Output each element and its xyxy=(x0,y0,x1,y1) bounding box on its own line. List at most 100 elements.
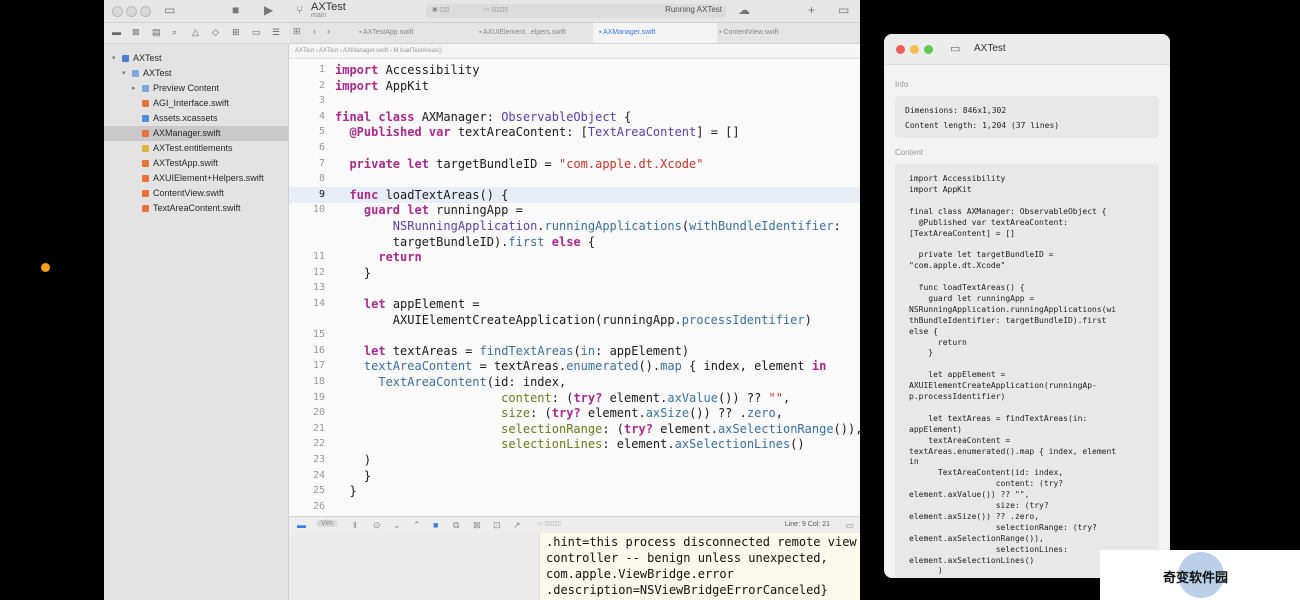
code-line[interactable]: final class AXManager: ObservableObject … xyxy=(335,110,631,124)
navigator-item[interactable]: AXTest.entitlements xyxy=(104,141,288,156)
close-window-button[interactable] xyxy=(896,45,905,54)
code-line[interactable]: let appElement = xyxy=(335,297,480,311)
forward-icon[interactable]: › xyxy=(327,26,330,36)
disclosure-collapsed-icon[interactable]: ▸ xyxy=(132,81,136,96)
line-number: 11 xyxy=(312,251,325,263)
code-line[interactable]: textAreaContent = textAreas.enumerated()… xyxy=(335,359,826,373)
console-line: com.apple.ViewBridge.error xyxy=(546,567,734,581)
content-line: textAreas.enumerated().map { index, elem… xyxy=(909,446,1117,456)
code-editor[interactable]: 1 import Accessibility 2 import AppKit 3 4 fin… xyxy=(289,59,860,516)
step-out-icon[interactable]: ⌃ xyxy=(413,520,421,531)
code-line[interactable]: } xyxy=(335,266,371,280)
code-line[interactable]: selectionLines: element.axSelectionLines… xyxy=(335,437,804,451)
sidebar-toggle-icon[interactable]: ▭ xyxy=(164,3,175,17)
issue-icon[interactable]: △ xyxy=(192,27,199,38)
navigator-item[interactable]: ▸ Preview Content xyxy=(104,81,288,96)
navigator-item[interactable]: AXManager.swift xyxy=(104,126,288,141)
scheme-selector[interactable]: ▣ ▯▯▯ xyxy=(432,6,449,16)
add-icon[interactable]: + xyxy=(808,3,815,17)
code-line[interactable]: } xyxy=(335,469,371,483)
code-line[interactable]: AXUIElementCreateApplication(runningApp.… xyxy=(335,313,812,327)
editor-tab[interactable]: ▪ ContentView.swift xyxy=(713,23,837,43)
code-line[interactable]: size: (try? element.axSize()) ?? .zero, xyxy=(335,406,783,420)
disclosure-expanded-icon[interactable]: ▾ xyxy=(122,66,126,81)
navigator-item[interactable]: ▾ AXTest xyxy=(104,51,288,66)
folder-icon[interactable]: ▬ xyxy=(112,27,121,37)
xcode-window: ▭ ■ ▶ ⑂ AXTest main ▣ ▯▯▯ ▭ ▯▯▯▯▯ Runnin… xyxy=(104,0,860,600)
stop-icon[interactable]: ■ xyxy=(232,3,239,17)
code-line[interactable]: import Accessibility xyxy=(335,63,480,77)
view-hierarchy-icon[interactable]: ■ xyxy=(433,520,438,530)
code-line[interactable]: TextAreaContent(id: index, xyxy=(335,375,566,389)
content-line: guard let runningApp = xyxy=(909,293,1035,303)
report-icon[interactable]: ☰ xyxy=(272,27,280,38)
content-line: TextAreaContent(id: index, xyxy=(909,468,1064,478)
scheme-activity-bar[interactable]: ▣ ▯▯▯ ▭ ▯▯▯▯▯ Running AXTest xyxy=(426,4,726,18)
entitlements-icon xyxy=(142,145,149,152)
content-text-area[interactable]: import Accessibility import AppKit final c… xyxy=(895,164,1159,578)
close-window-button[interactable] xyxy=(112,6,123,17)
zoom-window-button[interactable] xyxy=(924,45,933,54)
navigator-item[interactable]: AGI_Interface.swift xyxy=(104,96,288,111)
content-length-text: Content length: 1,204 (37 lines) xyxy=(905,121,1060,130)
debug-icon[interactable]: ⊞ xyxy=(232,27,240,38)
jump-bar-path[interactable]: AXTest › AXTest › AXManager.swift › M lo… xyxy=(295,44,442,58)
step-in-icon[interactable]: ⌄ xyxy=(393,520,401,531)
console-output[interactable]: .hint=this process disconnected remote v… xyxy=(539,533,860,600)
grid-icon[interactable]: ⊞ xyxy=(293,26,301,37)
memory-graph-icon[interactable]: ⧉ xyxy=(453,520,459,531)
target-selector[interactable]: ▭ ▯▯▯▯▯ xyxy=(537,520,561,527)
run-icon[interactable]: ▶ xyxy=(264,3,273,17)
breakpoint-icon[interactable]: ▭ xyxy=(252,27,261,38)
code-line[interactable]: selectionRange: (try? element.axSelectio… xyxy=(335,422,860,436)
symbol-icon[interactable]: ▤ xyxy=(152,27,161,38)
code-line[interactable]: } xyxy=(335,484,356,498)
back-icon[interactable]: ‹ xyxy=(313,26,316,36)
location-icon[interactable]: ↗ xyxy=(513,520,521,531)
source-control-icon[interactable]: ⊠ xyxy=(132,27,140,38)
inspector-toggle-icon[interactable]: ▭ xyxy=(838,3,849,17)
pause-icon[interactable]: ‖ xyxy=(353,520,357,530)
content-line: appElement) xyxy=(909,424,962,434)
navigator-item[interactable]: AXUIElement+Helpers.swift xyxy=(104,171,288,186)
disclosure-expanded-icon[interactable]: ▾ xyxy=(112,51,116,66)
editor-tab[interactable]: ▪ AXUIElement...elpers.swift xyxy=(473,23,597,43)
find-icon[interactable]: ⌕ xyxy=(172,27,177,38)
split-view-icon[interactable]: ▭ xyxy=(845,520,854,531)
line-number: 5 xyxy=(318,126,325,138)
simulate-location-icon[interactable]: ⊡ xyxy=(493,520,501,531)
code-line[interactable]: guard let runningApp = xyxy=(335,203,523,217)
test-icon[interactable]: ◇ xyxy=(212,27,219,38)
navigator-item[interactable]: Assets.xcassets xyxy=(104,111,288,126)
code-line[interactable]: content: (try? element.axValue()) ?? "", xyxy=(335,391,790,405)
code-line[interactable]: return xyxy=(335,250,421,264)
content-line: content: (try? xyxy=(909,479,1064,489)
minimize-window-button[interactable] xyxy=(126,6,137,17)
sidebar-toggle-icon[interactable]: ▭ xyxy=(950,42,960,55)
console-toggle-icon[interactable]: ▬ xyxy=(297,520,306,530)
editor-tab[interactable]: ▪ AXManager.swift xyxy=(593,23,717,43)
zoom-window-button[interactable] xyxy=(140,6,151,17)
navigator-item[interactable]: ContentView.swift xyxy=(104,186,288,201)
code-line[interactable]: private let targetBundleID = "com.apple.… xyxy=(335,157,703,171)
jump-bar[interactable]: AXTest › AXTest › AXManager.swift › M lo… xyxy=(289,44,860,59)
code-line[interactable]: let textAreas = findTextAreas(in: appEle… xyxy=(335,344,689,358)
code-line[interactable]: import AppKit xyxy=(335,79,429,93)
debug-area: .hint=this process disconnected remote v… xyxy=(289,533,860,600)
navigator-item[interactable]: AXTestApp.swift xyxy=(104,156,288,171)
environment-icon[interactable]: ⊠ xyxy=(473,520,481,531)
code-line[interactable]: func loadTextAreas() { xyxy=(335,188,508,202)
editor-tab[interactable]: ▪ AXTestApp.swift xyxy=(353,23,477,43)
destination-selector[interactable]: ▭ ▯▯▯▯▯ xyxy=(484,6,508,16)
code-line[interactable]: ) xyxy=(335,453,371,467)
file-icon xyxy=(142,190,149,197)
step-over-icon[interactable]: ⊙ xyxy=(373,520,381,531)
content-line: private let targetBundleID = xyxy=(909,250,1054,260)
code-line[interactable]: targetBundleID).first else { xyxy=(335,235,595,249)
code-line[interactable]: NSRunningApplication.runningApplications… xyxy=(335,219,841,233)
code-line[interactable]: @Published var textAreaContent: [TextAre… xyxy=(335,125,739,139)
content-line: ) xyxy=(909,566,943,576)
navigator-item[interactable]: ▾ AXTest xyxy=(104,66,288,81)
minimize-window-button[interactable] xyxy=(910,45,919,54)
navigator-item[interactable]: TextAreaContent.swift xyxy=(104,201,288,216)
